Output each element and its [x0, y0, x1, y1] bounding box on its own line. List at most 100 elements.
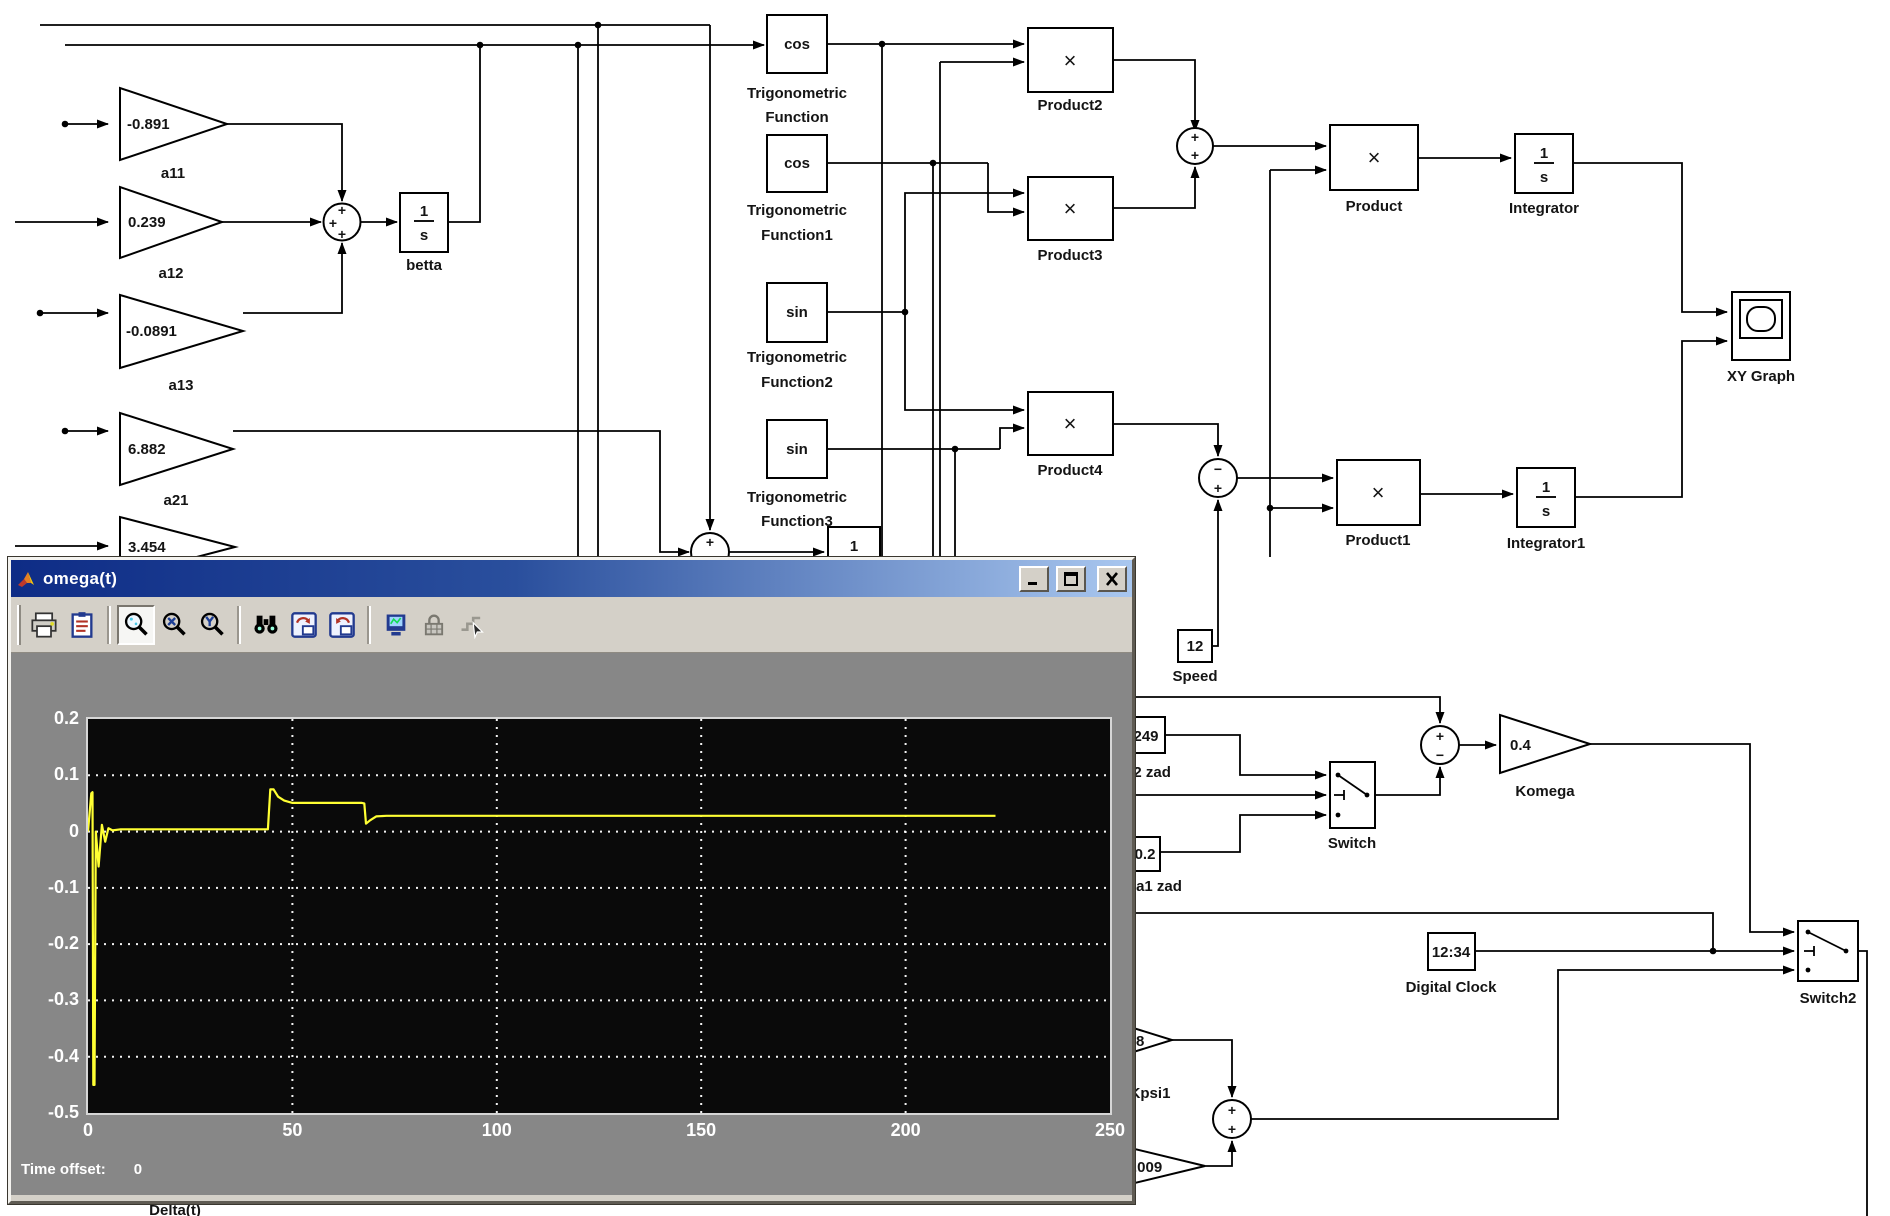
svg-text:12:34: 12:34: [1432, 944, 1471, 961]
svg-text:0.4: 0.4: [1510, 737, 1532, 754]
sum-block[interactable]: + + +: [324, 202, 361, 242]
svg-text:×: ×: [1064, 196, 1077, 221]
time-offset-value: 0: [134, 1161, 142, 1178]
title-bar[interactable]: omega(t): [11, 560, 1132, 597]
close-button[interactable]: [1097, 566, 1127, 592]
product1-block[interactable]: × Product1: [1337, 460, 1420, 549]
svg-text:s: s: [420, 227, 428, 244]
speed-constant[interactable]: 12 Speed: [1172, 630, 1217, 685]
digital-clock-block[interactable]: 12:34 Digital Clock: [1406, 933, 1498, 996]
svg-text:Integrator1: Integrator1: [1507, 535, 1585, 552]
svg-text:Product4: Product4: [1037, 462, 1103, 479]
restore-axes-icon[interactable]: [323, 605, 361, 645]
svg-text:XY Graph: XY Graph: [1727, 368, 1795, 385]
print-icon[interactable]: [25, 605, 63, 645]
x-tick-label: 200: [876, 1120, 936, 1141]
svg-text:Function3: Function3: [761, 513, 833, 530]
y-tick-label: -0.4: [29, 1046, 79, 1067]
svg-text:Trigonometric: Trigonometric: [747, 85, 847, 102]
svg-text:Komega: Komega: [1515, 783, 1575, 800]
svg-text:sin: sin: [786, 441, 808, 458]
svg-text:Product3: Product3: [1037, 247, 1102, 264]
toolbar-separator: [237, 606, 241, 644]
svg-text:sin: sin: [786, 304, 808, 321]
y-tick-label: -0.2: [29, 933, 79, 954]
svg-text:-0.0891: -0.0891: [126, 323, 177, 340]
product2-block[interactable]: × Product2: [1028, 28, 1113, 114]
svg-text:1: 1: [1540, 145, 1548, 162]
delta-label: Delta(t): [149, 1202, 201, 1216]
zoom-y-icon[interactable]: [193, 605, 231, 645]
zoom-icon[interactable]: [117, 605, 155, 645]
svg-text:1: 1: [1542, 479, 1550, 496]
gain-komega[interactable]: 0.4 Komega: [1500, 715, 1590, 800]
matlab-icon: [16, 569, 36, 589]
product4-block[interactable]: × Product4: [1028, 392, 1113, 479]
svg-text:+: +: [1228, 1102, 1236, 1118]
svg-text:Integrator: Integrator: [1509, 200, 1579, 217]
y-tick-label: 0: [29, 821, 79, 842]
integrator-block[interactable]: 1 s Integrator: [1509, 134, 1579, 217]
product3-block[interactable]: × Product3: [1028, 177, 1113, 264]
trig-function2[interactable]: sin Trigonometric Function2: [747, 283, 847, 391]
svg-text:0.239: 0.239: [128, 214, 166, 231]
gain-a11[interactable]: -0.891 a11: [120, 88, 227, 182]
x-tick-label: 0: [58, 1120, 118, 1141]
switch-block[interactable]: Switch: [1328, 762, 1376, 852]
svg-text:249: 249: [1133, 728, 1158, 745]
time-offset-label: Time offset:: [21, 1161, 106, 1178]
scope-window[interactable]: omega(t): [8, 557, 1135, 1204]
svg-text:s: s: [1542, 503, 1550, 520]
toolbar-handle[interactable]: [17, 605, 21, 645]
svg-text:6.882: 6.882: [128, 441, 166, 458]
trig-function[interactable]: cos Trigonometric Function: [747, 15, 847, 126]
zoom-x-icon[interactable]: [155, 605, 193, 645]
integrator1-block[interactable]: 1 s Integrator1: [1507, 468, 1585, 552]
svg-text:3.454: 3.454: [128, 539, 166, 556]
autoscale-binoculars-icon[interactable]: [247, 605, 285, 645]
svg-text:-0.891: -0.891: [127, 116, 170, 133]
y-tick-label: -0.1: [29, 877, 79, 898]
svg-text:Function1: Function1: [761, 227, 833, 244]
switch2-block[interactable]: Switch2: [1798, 921, 1858, 1007]
svg-text:Kpsi1: Kpsi1: [1130, 1085, 1171, 1102]
maximize-button[interactable]: [1056, 566, 1086, 592]
svg-text:0.2: 0.2: [1135, 846, 1156, 863]
svg-text:Speed: Speed: [1172, 668, 1217, 685]
gain-a13[interactable]: -0.0891 a13: [120, 295, 243, 394]
sum4-block[interactable]: + +: [1213, 1100, 1251, 1138]
svg-text:+: +: [1191, 147, 1199, 163]
select-signals-icon[interactable]: [453, 605, 491, 645]
svg-text:+: +: [329, 215, 337, 231]
toolbar: [11, 597, 1132, 653]
integrator-betta[interactable]: 1 s betta: [400, 193, 448, 274]
product-block[interactable]: × Product: [1330, 125, 1418, 215]
gain-a12[interactable]: 0.239 a12: [120, 187, 222, 282]
plot-area[interactable]: [88, 719, 1110, 1113]
svg-text:×: ×: [1372, 480, 1385, 505]
lock-axes-icon[interactable]: [415, 605, 453, 645]
save-axes-icon[interactable]: [285, 605, 323, 645]
svg-text:×: ×: [1368, 145, 1381, 170]
svg-text:12: 12: [1187, 638, 1204, 655]
svg-text:+: +: [1228, 1121, 1236, 1137]
floating-scope-icon[interactable]: [377, 605, 415, 645]
trig-function3[interactable]: sin Trigonometric Function3: [747, 420, 847, 530]
svg-text:a21: a21: [163, 492, 188, 509]
parameters-icon[interactable]: [63, 605, 101, 645]
svg-text:+: +: [1214, 480, 1222, 496]
minimize-button[interactable]: [1019, 566, 1049, 592]
sum3-block[interactable]: + −: [1421, 726, 1459, 764]
sum2-block[interactable]: − +: [1199, 459, 1237, 497]
x-tick-label: 100: [467, 1120, 527, 1141]
svg-text:a13: a13: [168, 377, 193, 394]
svg-text:.009: .009: [1133, 1159, 1162, 1176]
trig-function1[interactable]: cos Trigonometric Function1: [747, 135, 847, 244]
gain-a21[interactable]: 6.882 a21: [120, 413, 233, 509]
toolbar-separator: [367, 606, 371, 644]
sum1-block[interactable]: + +: [1177, 128, 1213, 164]
svg-text:+: +: [706, 534, 714, 550]
svg-text:Trigonometric: Trigonometric: [747, 349, 847, 366]
svg-text:Product: Product: [1346, 198, 1403, 215]
xy-graph-block[interactable]: XY Graph: [1727, 292, 1795, 385]
